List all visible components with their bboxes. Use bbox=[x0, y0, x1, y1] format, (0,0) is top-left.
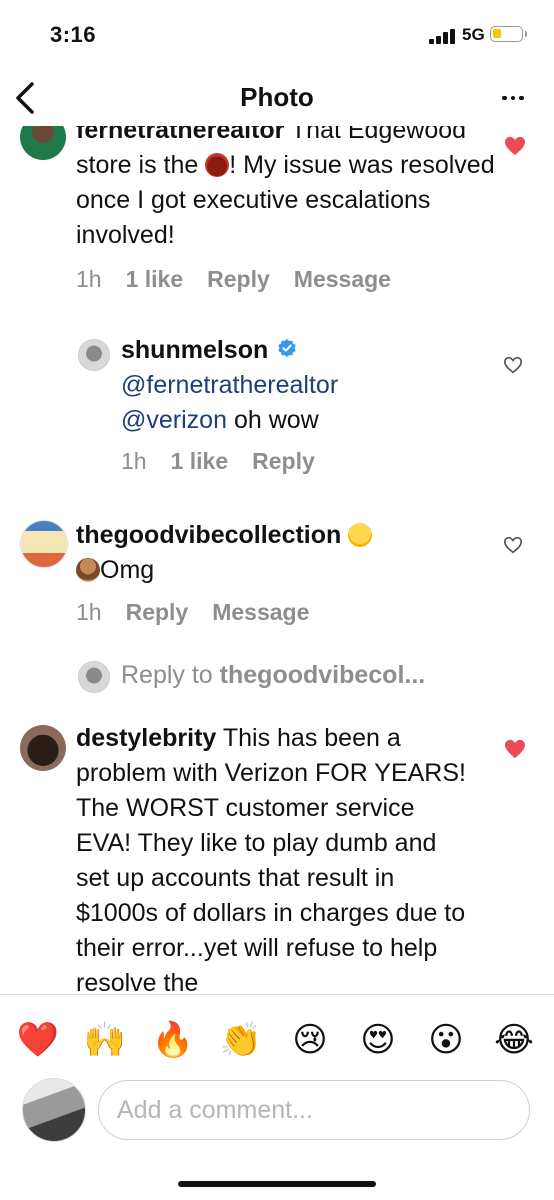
status-time: 3:16 bbox=[50, 22, 97, 47]
comment-username[interactable]: destylebrity bbox=[76, 724, 216, 752]
quick-emoji-bar: ❤️ 🙌 🔥 👏 😢 😍 😮 😂 bbox=[0, 1000, 554, 1070]
comment-item: destylebrity This has been a problem wit… bbox=[0, 721, 554, 994]
crying-face-emoji-button[interactable]: 😢 bbox=[288, 1018, 332, 1062]
surprised-face-emoji-button[interactable]: 😮 bbox=[424, 1018, 468, 1062]
network-type: 5G bbox=[462, 25, 485, 44]
comment-body: This has been a problem with Verizon FOR… bbox=[76, 724, 466, 994]
user-avatar[interactable] bbox=[22, 1078, 86, 1142]
raising-hands-emoji-button[interactable]: 🙌 bbox=[83, 1018, 127, 1062]
comment-input[interactable] bbox=[98, 1080, 530, 1140]
comment-meta: 1h 1 like Reply Message bbox=[76, 266, 391, 293]
comment-text: fernetratherealtor That Edgewood store i… bbox=[76, 126, 496, 253]
avatar bbox=[78, 661, 110, 693]
likes-count[interactable]: 1 like bbox=[171, 448, 229, 475]
avatar[interactable] bbox=[20, 520, 68, 568]
likes-count[interactable]: 1 like bbox=[126, 266, 184, 293]
comment-item: thegoodvibecollection Omg 1h Reply Messa… bbox=[0, 516, 554, 646]
comment-text: thegoodvibecollection Omg bbox=[76, 518, 496, 588]
person-facepalming-emoji bbox=[76, 558, 100, 582]
tears-of-joy-emoji-button[interactable]: 😂 bbox=[492, 1018, 536, 1062]
home-indicator[interactable] bbox=[178, 1181, 376, 1187]
message-button[interactable]: Message bbox=[294, 266, 391, 293]
comment-time: 1h bbox=[76, 266, 102, 292]
clapping-hands-emoji-button[interactable]: 👏 bbox=[219, 1018, 263, 1062]
comment-text: shunmelson @fernetratherealtor @verizon … bbox=[121, 333, 481, 438]
ogre-emoji bbox=[205, 153, 230, 177]
more-options-button[interactable] bbox=[502, 88, 526, 108]
heart-outline-icon[interactable] bbox=[503, 356, 523, 374]
red-heart-emoji-button[interactable]: ❤️ bbox=[16, 1018, 60, 1062]
avatar[interactable] bbox=[78, 339, 110, 371]
header: Photo bbox=[0, 70, 554, 126]
comment-text: destylebrity This has been a problem wit… bbox=[76, 721, 476, 994]
comment-composer bbox=[0, 1070, 554, 1150]
page-title: Photo bbox=[240, 82, 314, 112]
status-bar: 3:16 5G bbox=[0, 0, 554, 70]
comment-time: 1h bbox=[121, 448, 147, 474]
comment-meta: 1h 1 like Reply bbox=[121, 448, 315, 475]
fire-emoji-button[interactable]: 🔥 bbox=[151, 1018, 195, 1062]
comment-username[interactable]: thegoodvibecollection bbox=[76, 521, 341, 549]
heart-eyes-emoji-button[interactable]: 😍 bbox=[356, 1018, 400, 1062]
mention-link[interactable]: @verizon bbox=[121, 406, 227, 434]
reply-button[interactable]: Reply bbox=[126, 599, 189, 626]
reply-to-prompt[interactable]: Reply to thegoodvibecol... bbox=[0, 656, 554, 696]
weary-face-emoji bbox=[348, 523, 373, 547]
signal-icon bbox=[429, 28, 457, 44]
reply-button[interactable]: Reply bbox=[207, 266, 270, 293]
reply-to-target: thegoodvibecol... bbox=[219, 661, 426, 689]
avatar[interactable] bbox=[20, 725, 66, 771]
comment-item: fernetratherealtor That Edgewood store i… bbox=[0, 126, 554, 316]
comment-username[interactable]: fernetratherealtor bbox=[76, 126, 284, 144]
message-button[interactable]: Message bbox=[212, 599, 309, 626]
comment-meta: 1h Reply Message bbox=[76, 599, 309, 626]
comments-feed[interactable]: fernetratherealtor That Edgewood store i… bbox=[0, 126, 554, 994]
reply-to-prefix: Reply to bbox=[121, 661, 213, 689]
heart-outline-icon[interactable] bbox=[503, 536, 523, 554]
heart-filled-icon[interactable] bbox=[504, 136, 526, 156]
verified-badge-icon bbox=[278, 339, 296, 357]
mention-link[interactable]: @fernetratherealtor bbox=[121, 371, 338, 399]
comment-body: oh wow bbox=[233, 406, 319, 434]
reply-comment-item: shunmelson @fernetratherealtor @verizon … bbox=[0, 331, 554, 491]
comment-time: 1h bbox=[76, 599, 102, 625]
comment-body: Omg bbox=[100, 556, 155, 584]
heart-filled-icon[interactable] bbox=[504, 739, 526, 759]
reply-button[interactable]: Reply bbox=[252, 448, 315, 475]
divider bbox=[0, 994, 554, 995]
avatar[interactable] bbox=[20, 126, 66, 160]
reply-to-text: Reply to thegoodvibecol... bbox=[121, 658, 521, 693]
battery-icon bbox=[490, 26, 527, 42]
comment-username[interactable]: shunmelson bbox=[121, 336, 268, 364]
